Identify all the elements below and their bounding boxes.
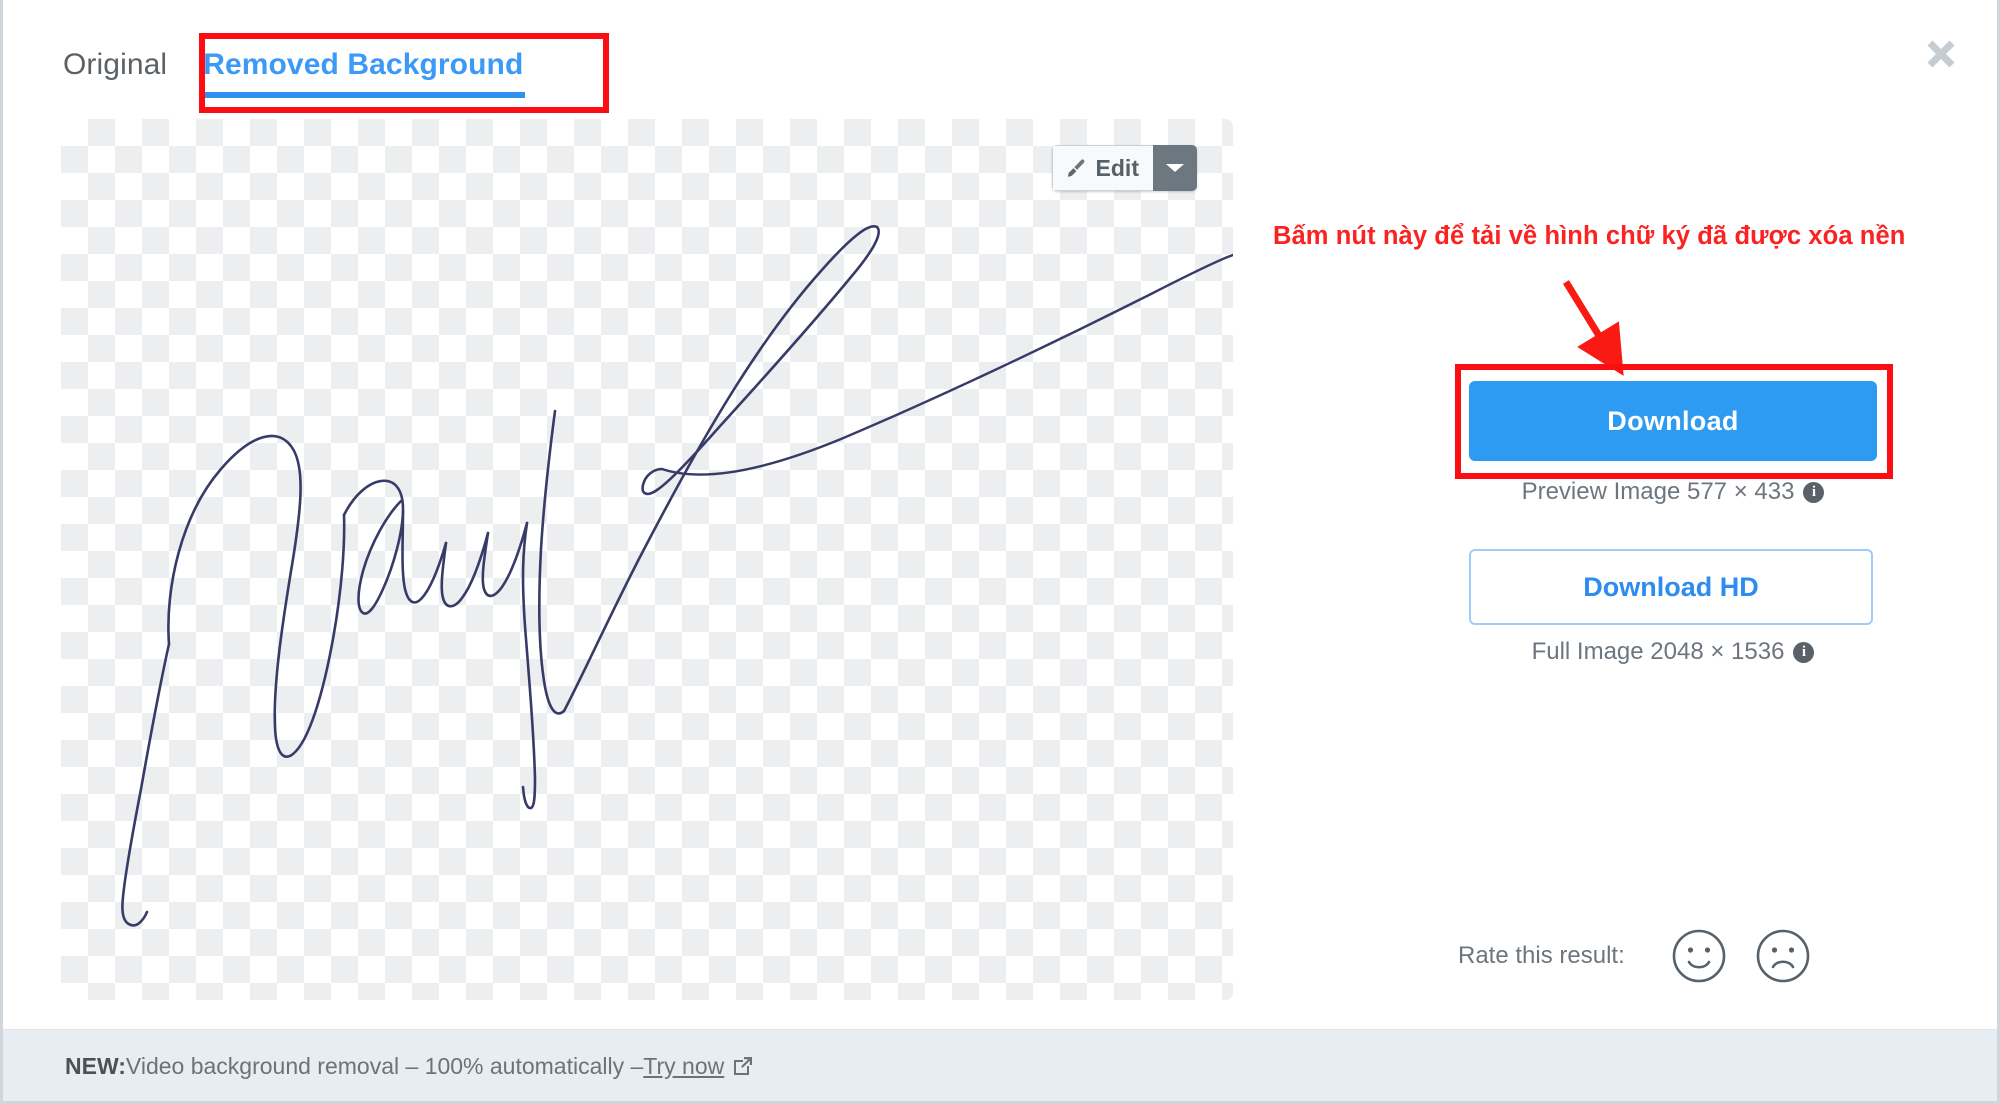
edit-button[interactable]: Edit (1051, 145, 1153, 191)
download-hd-button[interactable]: Download HD (1469, 549, 1873, 625)
annotation-instruction-text: Bấm nút này để tải về hình chữ ký đã đượ… (1273, 222, 1906, 250)
close-icon (1927, 40, 1955, 68)
new-badge: NEW: (65, 1052, 126, 1079)
bottom-promo-text: NEW: Video background removal – 100% aut… (65, 1052, 754, 1080)
full-image-caption-text: Full Image 2048 × 1536 (1531, 638, 1785, 665)
try-now-link[interactable]: Try now (643, 1053, 724, 1080)
signature-image (61, 119, 1233, 1000)
edit-button-group[interactable]: Edit (1051, 145, 1197, 191)
image-preview-canvas[interactable]: Edit (61, 119, 1233, 1000)
rating-label: Rate this result: (1458, 942, 1625, 969)
smiley-happy-icon[interactable] (1671, 928, 1727, 984)
tab-original[interactable]: Original (63, 44, 167, 94)
info-icon-full[interactable]: i (1793, 641, 1815, 663)
result-tabs: Original Removed Background (63, 44, 526, 98)
background-removal-result-dialog: Original Removed Background Edit Bấm nút… (0, 0, 2000, 1104)
edit-button-label: Edit (1095, 154, 1139, 181)
download-button[interactable]: Download (1469, 381, 1877, 461)
preview-image-caption: Preview Image 577 × 433 i (1413, 478, 1933, 506)
edit-dropdown-button[interactable] (1153, 145, 1197, 191)
full-image-caption: Full Image 2048 × 1536 i (1413, 638, 1933, 666)
chevron-down-icon (1166, 164, 1184, 172)
annotation-arrow-icon (1563, 280, 1624, 376)
rating-row: Rate this result: (1458, 928, 1811, 984)
preview-image-caption-text: Preview Image 577 × 433 (1521, 478, 1795, 505)
external-link-icon[interactable] (732, 1055, 754, 1083)
info-icon-preview[interactable]: i (1803, 481, 1825, 503)
paint-brush-icon (1067, 159, 1085, 177)
close-dialog-button[interactable] (1915, 28, 1967, 80)
tab-removed-background[interactable]: Removed Background (201, 44, 526, 98)
smiley-sad-icon[interactable] (1755, 928, 1811, 984)
bottom-promo-message: Video background removal – 100% automati… (125, 1052, 644, 1079)
signature-strokes (121, 225, 1233, 927)
bottom-promo-banner: NEW: Video background removal – 100% aut… (3, 1029, 1997, 1101)
